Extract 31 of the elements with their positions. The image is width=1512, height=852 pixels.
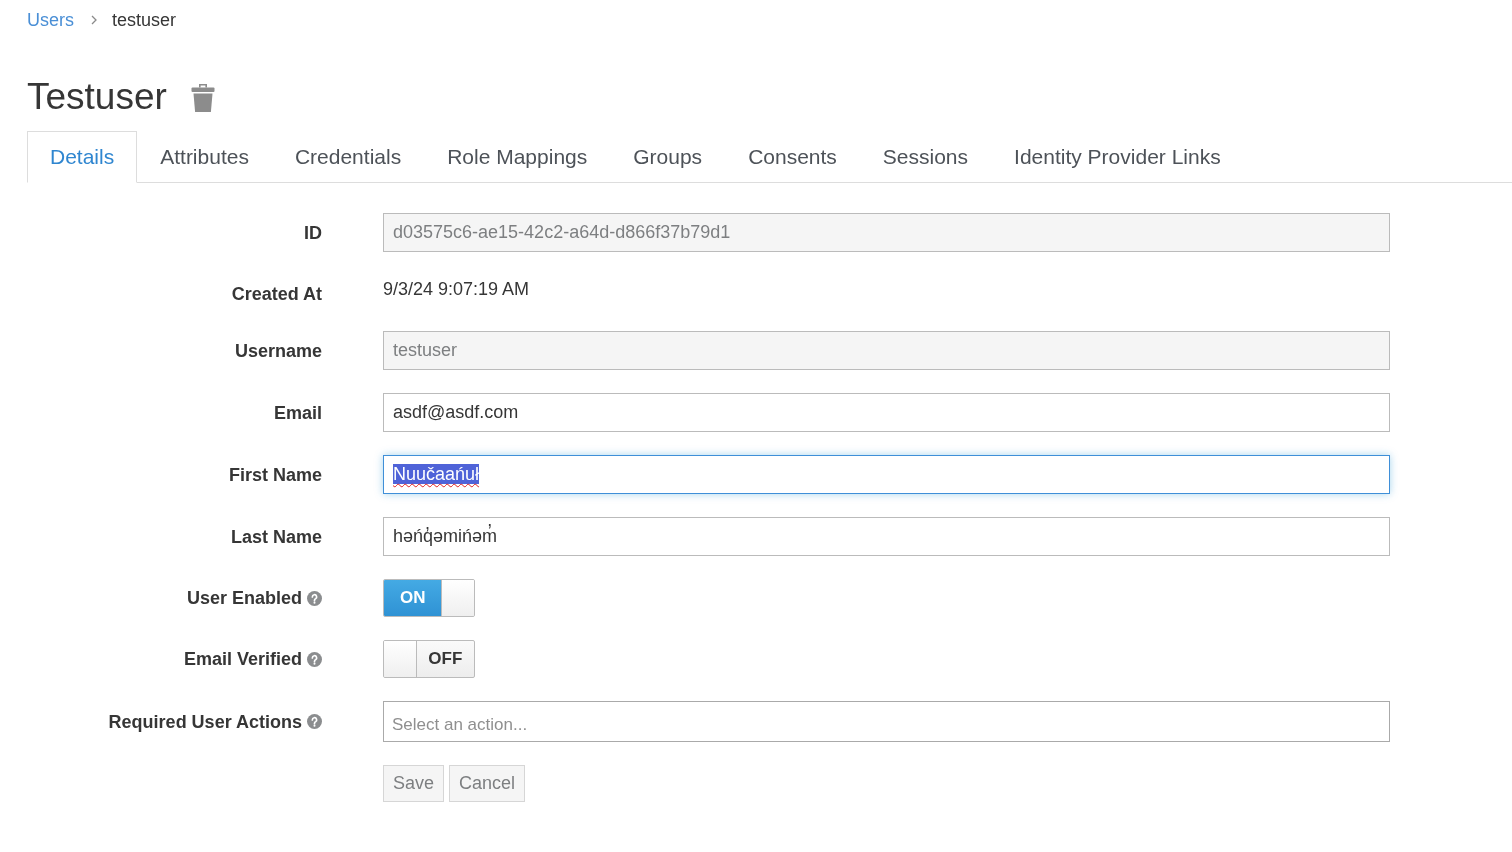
tab[interactable]: Identity Provider Links <box>991 131 1244 183</box>
trash-icon[interactable] <box>190 84 215 112</box>
field-label: Username <box>234 339 322 363</box>
field-label: Email Verified <box>183 648 302 671</box>
chevron-right-icon <box>91 15 97 25</box>
breadcrumb-current: testuser <box>112 9 177 32</box>
help-icon[interactable] <box>307 651 322 667</box>
help-icon[interactable] <box>307 714 322 729</box>
tab[interactable]: Attributes <box>137 131 272 183</box>
toggle-handle[interactable] <box>441 580 474 616</box>
toggle-handle[interactable] <box>384 641 417 677</box>
tab[interactable]: Consents <box>725 131 860 183</box>
field-value: 9/3/24 9:07:19 AM <box>383 278 530 301</box>
field-label: First Name <box>228 463 322 487</box>
tab[interactable]: Role Mappings <box>424 131 611 183</box>
field-label: Created At <box>231 283 322 306</box>
tab[interactable]: Credentials <box>271 131 425 183</box>
text-field[interactable]: Nuučaańuł <box>383 455 1390 494</box>
text-field[interactable]: həńq̓əmińəm̓ <box>383 517 1390 556</box>
tab[interactable]: Details <box>27 131 138 183</box>
text-field[interactable]: asdf@asdf.com <box>383 393 1390 432</box>
field-label: User Enabled <box>186 587 302 610</box>
field-label: Email <box>273 401 322 425</box>
help-icon[interactable] <box>307 590 322 606</box>
tab[interactable]: Sessions <box>859 131 992 183</box>
tab[interactable]: Groups <box>610 131 726 183</box>
field-label: Last Name <box>230 525 322 549</box>
page-title: Testuser <box>27 76 167 118</box>
field-label: ID <box>304 221 322 245</box>
field-label: Required User Actions <box>108 710 302 734</box>
toggle-switch[interactable]: OFF <box>383 640 475 678</box>
